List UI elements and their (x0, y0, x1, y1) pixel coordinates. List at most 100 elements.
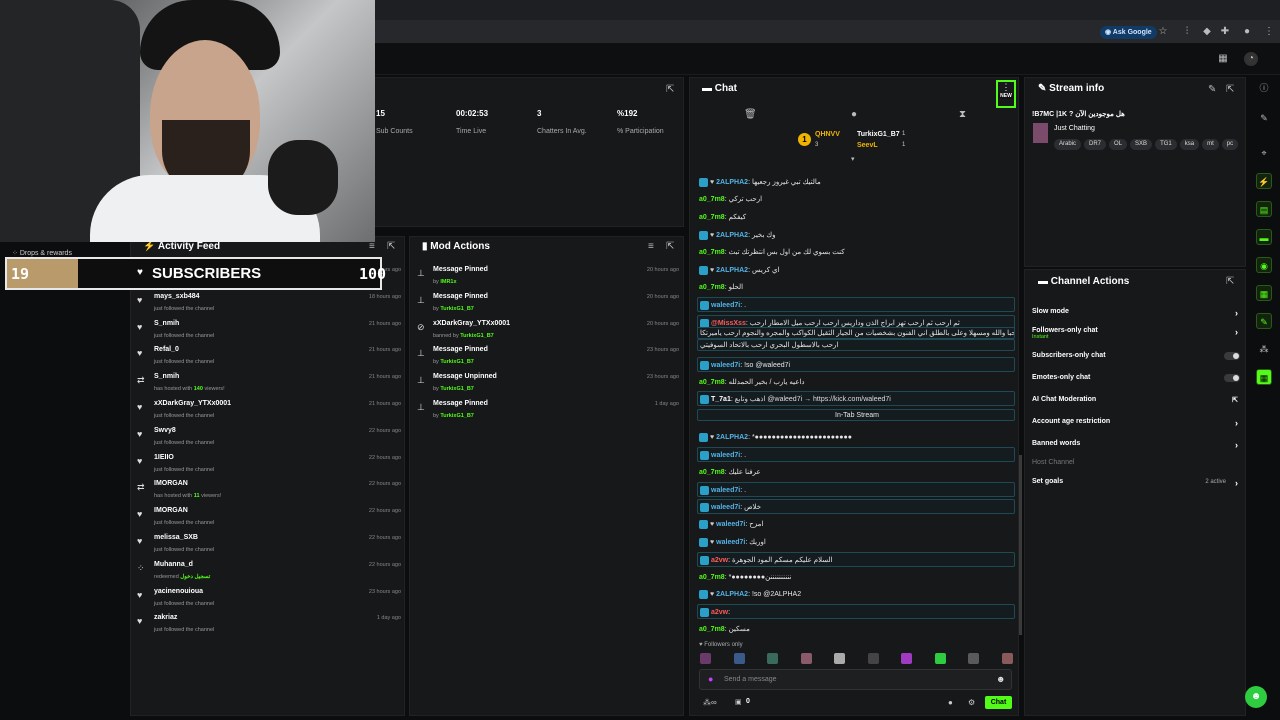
emote-icon[interactable] (968, 653, 979, 664)
channel-action-account-age-restriction[interactable]: Account age restriction › (1032, 418, 1240, 432)
external-link-icon[interactable]: ⇱ (1232, 396, 1238, 404)
chat-username[interactable]: a0_7m8 (699, 379, 725, 386)
chat-username[interactable]: 2ALPHA2 (716, 232, 748, 239)
chevron-right-icon[interactable]: › (1235, 308, 1238, 318)
emote-icon[interactable] (834, 653, 845, 664)
info-icon[interactable]: ⓘ (1256, 80, 1272, 96)
diamond-extension-icon[interactable]: ◆ (1200, 25, 1214, 39)
chevron-right-icon[interactable]: › (1235, 327, 1238, 337)
layout-icon[interactable]: ✎ (1256, 110, 1272, 126)
activity-username[interactable]: zakriaz (154, 614, 177, 621)
profile-icon[interactable]: ● (1240, 25, 1254, 39)
support-chat-icon[interactable]: ☻ (1245, 686, 1267, 708)
leader-name[interactable]: QHNVV (815, 131, 840, 138)
channel-action-subscribers-only-chat[interactable]: Subscribers-only chat (1032, 352, 1240, 366)
filter-icon[interactable]: ≡ (369, 241, 375, 252)
broadcast-widget-icon[interactable]: ◉ (1256, 257, 1272, 273)
hourglass-icon[interactable]: ⧗ (959, 109, 966, 120)
stream-tag[interactable]: mt (1202, 139, 1219, 150)
bookmark-star-icon[interactable]: ☆ (1156, 25, 1170, 39)
chat-username[interactable]: waleed7i (711, 302, 740, 309)
emote-icon[interactable] (867, 653, 879, 664)
channel-action-ai-chat-moderation[interactable]: AI Chat Moderation ⇱ (1032, 396, 1240, 410)
mod-action-moderator[interactable]: IMR1x (440, 279, 456, 285)
grid-widget-icon[interactable]: ▦ (1256, 285, 1272, 301)
channel-action-set-goals[interactable]: Set goals › 2 active (1032, 478, 1240, 492)
chat-username[interactable]: a2vw (711, 609, 728, 616)
extension-icon[interactable]: ⫶ (1180, 25, 1194, 39)
emote-icon[interactable] (901, 653, 912, 664)
chat-widget-icon[interactable]: ▬ (1256, 229, 1272, 245)
popout-icon[interactable]: ⇱ (387, 241, 395, 252)
chat-username[interactable]: waleed7i (716, 521, 745, 528)
popout-icon[interactable]: ⇱ (666, 84, 674, 95)
chat-username[interactable]: waleed7i (711, 487, 740, 494)
users-icon[interactable]: ⁂ (1256, 341, 1272, 357)
chat-username[interactable]: waleed7i (711, 504, 740, 511)
user-avatar[interactable]: ◔ (1244, 52, 1258, 66)
mod-action-moderator[interactable]: TurkixG1_B7 (460, 333, 494, 339)
gift-icon[interactable]: ▣ (735, 698, 742, 706)
chat-username[interactable]: a0_7m8 (699, 249, 725, 256)
mod-action-moderator[interactable]: TurkixG1_B7 (440, 413, 474, 419)
mic-icon[interactable]: ● (708, 674, 713, 684)
stream-tag[interactable]: DR7 (1084, 139, 1107, 150)
chevron-right-icon[interactable]: › (1235, 440, 1238, 450)
viewer-users-icon[interactable]: ⁂∞ (703, 698, 717, 707)
channel-action-followers-only-chat[interactable]: Followers-only chat Instant › (1032, 327, 1240, 341)
stream-tag[interactable]: TG1 (1155, 139, 1177, 150)
activity-username[interactable]: xXDarkGray_YTXx0001 (154, 400, 231, 407)
send-chat-button[interactable]: Chat (985, 696, 1012, 709)
popout-icon[interactable]: ⇱ (1226, 84, 1234, 95)
activity-username[interactable]: S_nmih (154, 373, 179, 380)
mod-action-moderator[interactable]: TurkixG1_B7 (440, 306, 474, 312)
filter-icon[interactable]: ≡ (648, 241, 654, 252)
chat-username[interactable]: 2ALPHA2 (716, 179, 748, 186)
activity-username[interactable]: melissa_SXB (154, 534, 198, 541)
emote-icon[interactable] (767, 653, 778, 664)
crosshair-icon[interactable]: ⌖ (1256, 145, 1272, 161)
chat-username[interactable]: waleed7i (711, 362, 740, 369)
wrench-widget-icon[interactable]: ✎ (1256, 313, 1272, 329)
toggle-switch[interactable] (1224, 374, 1240, 382)
activity-username[interactable]: mays_sxb484 (154, 293, 200, 300)
chat-menu-button[interactable]: ⋮ NEW (996, 80, 1016, 108)
chat-username[interactable]: a0_7m8 (699, 284, 725, 291)
chat-username[interactable]: waleed7i (716, 539, 745, 546)
activity-username[interactable]: Muhanna_d (154, 561, 193, 568)
activity-username[interactable]: S_nmih (154, 320, 179, 327)
stream-tag[interactable]: OL (1109, 139, 1128, 150)
browser-menu-icon[interactable]: ⋮ (1262, 25, 1276, 39)
activity-username[interactable]: IMORGAN (154, 507, 188, 514)
chat-username[interactable]: a2vw (711, 557, 728, 564)
stream-tag[interactable]: ksa (1179, 139, 1200, 150)
popout-icon[interactable]: ⇱ (666, 241, 674, 252)
chat-username[interactable]: a0_7m8 (699, 469, 725, 476)
stream-tag[interactable]: Arabic (1054, 139, 1082, 150)
chat-username[interactable]: 2ALPHA2 (716, 591, 748, 598)
emoji-icon[interactable]: ☻ (996, 674, 1005, 684)
bolt-widget-icon[interactable]: ⚡ (1256, 173, 1272, 189)
chat-username[interactable]: a0_7m8 (699, 574, 725, 581)
chevron-right-icon[interactable]: › (1235, 478, 1238, 488)
activity-username[interactable]: yacinenouioua (154, 588, 203, 595)
activity-username[interactable]: IMORGAN (154, 480, 188, 487)
trash-icon[interactable]: 🗑 (744, 109, 757, 120)
chat-settings-bubble-icon[interactable]: ● (948, 698, 953, 707)
mod-action-moderator[interactable]: TurkixG1_B7 (440, 359, 474, 365)
channel-action-banned-words[interactable]: Banned words › (1032, 440, 1240, 454)
edit-icon[interactable]: ✎ (1208, 84, 1216, 95)
store-icon[interactable]: ▦ (1216, 52, 1230, 66)
leader-name[interactable]: TurkixG1_B7 (857, 131, 900, 138)
ask-google-button[interactable]: ◉ Ask Google (1100, 26, 1157, 39)
emote-icon[interactable] (800, 653, 812, 664)
chat-input[interactable]: ● Send a message ☻ (699, 669, 1012, 690)
emote-icon[interactable] (700, 653, 711, 664)
chat-scrollbar[interactable] (1019, 455, 1022, 635)
chat-username[interactable]: a0_7m8 (699, 626, 725, 633)
activity-username[interactable]: 1IEIIO (154, 454, 174, 461)
emote-icon[interactable] (934, 653, 946, 664)
chat-username[interactable]: waleed7i (711, 452, 740, 459)
kick-add-icon[interactable]: ▦ (1256, 369, 1272, 385)
chat-username[interactable]: a0_7m8 (699, 214, 725, 221)
